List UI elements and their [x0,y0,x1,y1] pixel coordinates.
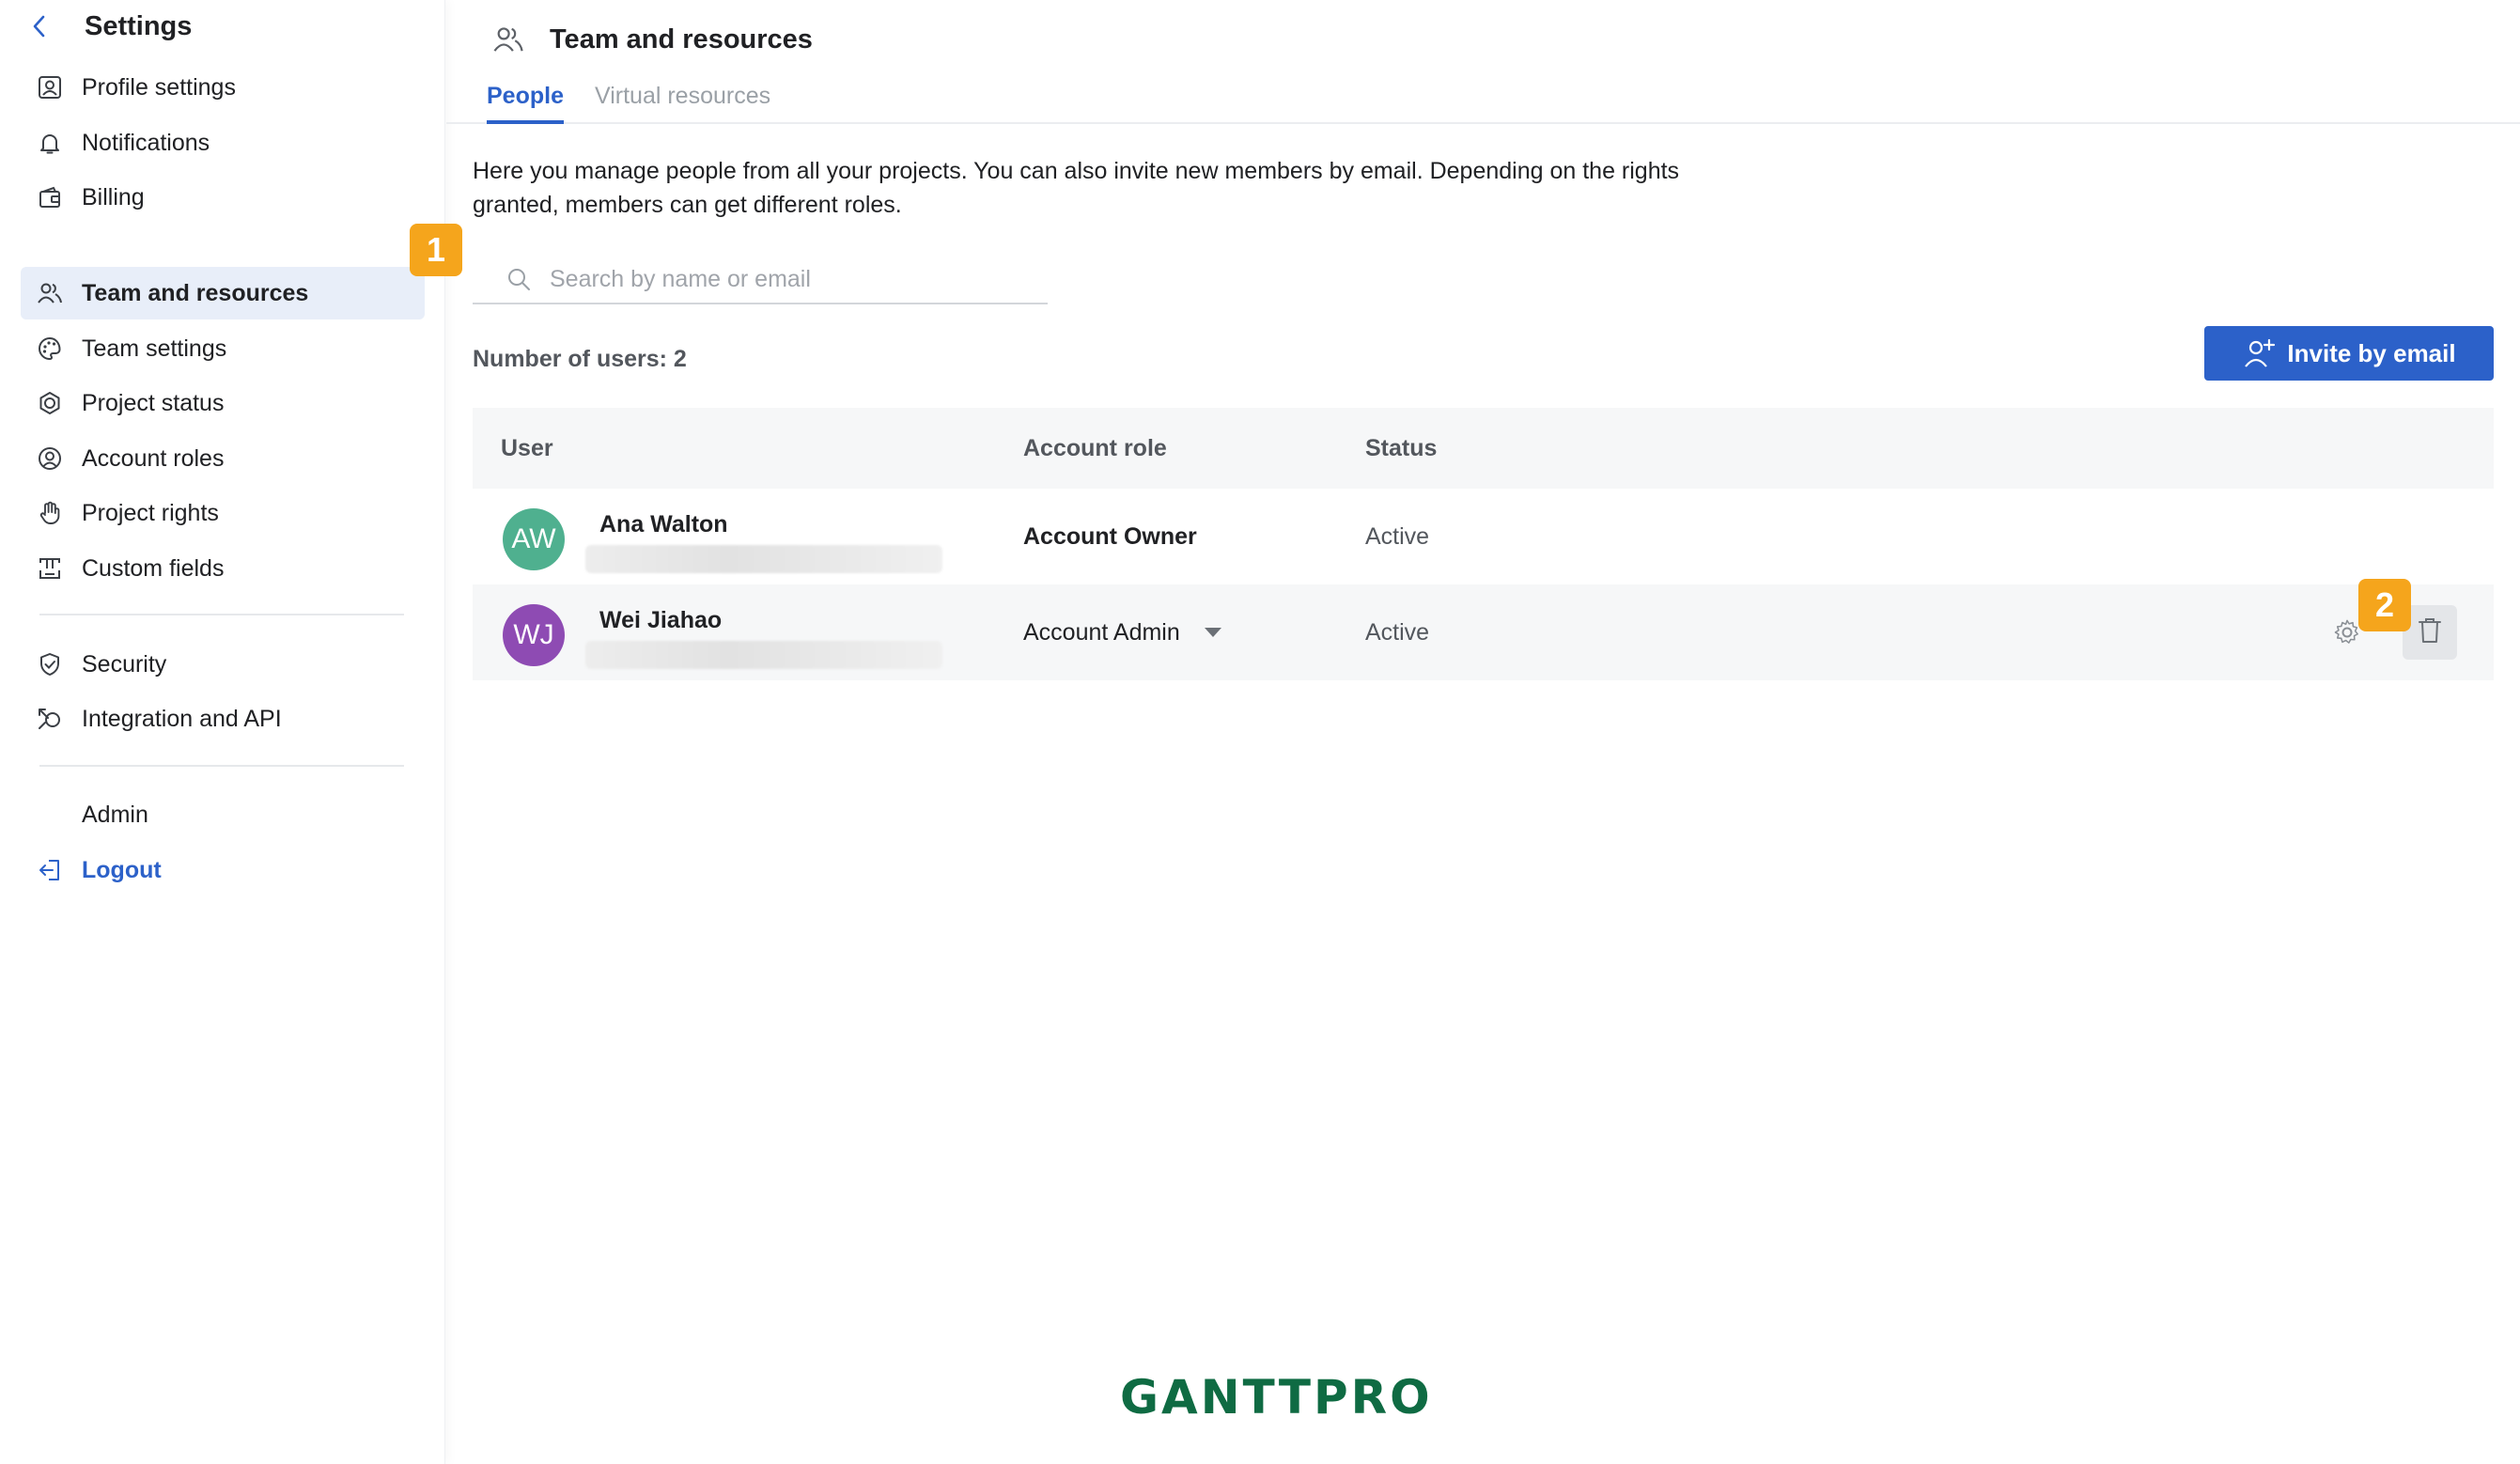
sidebar-item-notifications[interactable]: Notifications [21,117,425,169]
column-header-status: Status [1365,434,1438,461]
sidebar-item-project-rights[interactable]: Project rights [21,487,425,539]
search-input[interactable] [550,265,1019,293]
table-row[interactable]: AW Ana Walton Account Owner Active [473,489,2494,584]
bell-icon [36,129,64,157]
sidebar-divider [39,765,404,767]
sidebar-item-team-settings[interactable]: Team settings [21,322,425,375]
sidebar-item-label: Security [82,650,167,677]
sidebar-item-team-and-resources[interactable]: Team and resources [21,267,425,319]
table-row[interactable]: WJ Wei Jiahao Account Admin Active [473,584,2494,680]
add-user-icon [2242,335,2278,371]
trash-icon [2416,615,2444,650]
account-role-label: Account Admin [1023,618,1180,646]
sidebar-item-integration-and-api[interactable]: Integration and API [21,693,425,745]
sidebar-item-label: Team settings [82,335,227,362]
custom-fields-icon [36,554,64,583]
user-name: Wei Jiahao [599,607,723,633]
sidebar-item-label: Team and resources [82,279,309,306]
sidebar-divider [39,614,404,615]
sidebar-item-project-status[interactable]: Project status [21,377,425,429]
tab-bar: People Virtual resources [446,83,2520,124]
sidebar-item-label: Profile settings [82,73,236,101]
sidebar-header: Settings [26,8,192,45]
sidebar-item-admin[interactable]: Admin [21,788,425,841]
avatar: AW [503,508,565,570]
ganttpro-logo: GANTTPRO [1120,1370,1433,1425]
status-icon [36,389,64,417]
caret-down-icon[interactable] [1204,628,1221,637]
sidebar-item-label: Integration and API [82,705,282,732]
tab-people[interactable]: People [487,83,564,124]
user-circle-icon [36,444,64,473]
integration-icon [36,705,64,733]
account-role-label: Account Owner [1023,522,1197,550]
settings-sidebar: Settings Profile settings Notifications … [0,0,445,1464]
invite-by-email-button[interactable]: Invite by email [2204,326,2494,381]
sidebar-item-security[interactable]: Security [21,638,425,691]
page-title: Team and resources [550,23,813,55]
sidebar-item-profile-settings[interactable]: Profile settings [21,61,425,114]
table-header: User Account role Status [473,408,2494,489]
user-status: Active [1365,618,1430,646]
admin-spacer [36,801,64,829]
sidebar-item-label: Custom fields [82,554,225,582]
logout-icon [36,856,64,884]
main-content: Team and resources People Virtual resour… [446,0,2520,1464]
user-email-blurred [585,545,942,573]
profile-icon [36,73,64,101]
sidebar-item-account-roles[interactable]: Account roles [21,432,425,485]
sidebar-item-label: Admin [82,801,148,828]
palette-icon [36,335,64,363]
people-icon [36,279,64,307]
wallet-icon [36,183,64,211]
account-role: Account Owner [1023,489,1197,584]
sidebar-item-label: Billing [82,183,145,210]
column-header-user: User [501,434,553,461]
tab-virtual-resources[interactable]: Virtual resources [595,83,770,124]
page-header: Team and resources [491,19,813,60]
sidebar-item-custom-fields[interactable]: Custom fields [21,542,425,595]
column-header-account-role: Account role [1023,434,1167,461]
shield-icon [36,650,64,678]
callout-badge-2: 2 [2358,579,2411,631]
user-status: Active [1365,522,1430,550]
account-role-dropdown[interactable]: Account Admin [1023,584,1221,680]
sidebar-title: Settings [85,10,193,41]
hand-icon [36,499,64,527]
page-description: Here you manage people from all your pro… [473,158,1680,218]
people-icon [491,23,525,56]
invite-button-label: Invite by email [2287,338,2456,367]
sidebar-item-label: Logout [82,856,162,883]
back-chevron-icon[interactable] [26,8,53,45]
sidebar-item-label: Project rights [82,499,219,526]
user-count: Number of users: 2 [473,346,687,372]
users-table: User Account role Status AW Ana Walton A… [473,408,2494,680]
search-box [473,256,1048,304]
sidebar-item-billing[interactable]: Billing [21,171,425,224]
sidebar-item-label: Notifications [82,129,210,156]
search-icon [505,265,533,293]
sidebar-item-logout[interactable]: Logout [21,844,425,896]
avatar: WJ [503,604,565,666]
user-name: Ana Walton [599,511,728,537]
sidebar-item-label: Account roles [82,444,225,472]
sidebar-item-label: Project status [82,389,225,416]
user-email-blurred [585,641,942,669]
